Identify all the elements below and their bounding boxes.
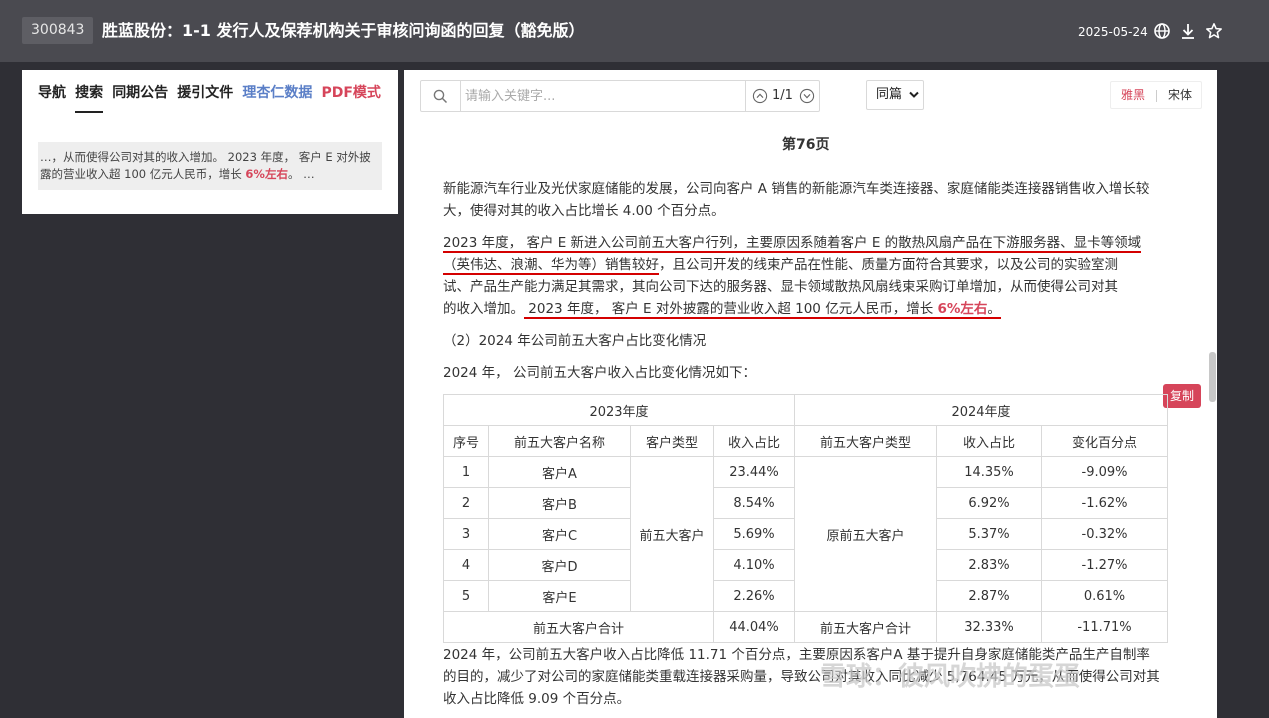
total-share-2023: 44.04% [713, 611, 795, 643]
share-2024: 6.92% [936, 487, 1042, 519]
paragraph-2-line-4-underlined: 2023 年度， 客户 E 对外披露的营业收入超 100 亿元人民币，增长 6%… [524, 301, 1001, 319]
tab-same-period-announcements[interactable]: 同期公告 [112, 83, 168, 111]
row-number: 1 [443, 456, 489, 488]
growth-highlight: 6%左右 [937, 301, 988, 317]
share-change: -9.09% [1041, 456, 1168, 488]
tab-search[interactable]: 搜索 [75, 83, 104, 113]
stock-code-badge: 300843 [22, 17, 94, 44]
left-tabs: 导航 搜索 同期公告 援引文件 理杏仁数据 PDF模式 [38, 82, 385, 118]
row-number: 3 [443, 518, 489, 550]
table-group-header-row: 2023年度 2024年度 [443, 394, 1168, 426]
share-2023: 5.69% [713, 518, 795, 550]
globe-icon[interactable] [1153, 22, 1171, 40]
tab-lixinger-data[interactable]: 理杏仁数据 [242, 83, 312, 111]
customer-name: 客户B [488, 487, 631, 519]
top-bar: 300843 胜蓝股份：1-1 发行人及保荐机构关于审核问询函的回复（豁免版） … [0, 0, 1269, 62]
search-scope-value: 同篇 [876, 87, 903, 102]
tab-cited-files[interactable]: 援引文件 [177, 83, 233, 111]
paragraph-2-line-2-underlined: （英伟达、浪潮、华为等）销售较好 [443, 257, 659, 275]
column-header: 客户类型 [630, 425, 714, 457]
customer-type-2024: 原前五大客户 [794, 456, 937, 612]
match-navigator: 1/1 [745, 81, 819, 111]
section-heading: （2）2024 年公司前五大客户占比变化情况 [443, 333, 707, 349]
row-number: 2 [443, 487, 489, 519]
total-change: -11.71% [1041, 611, 1168, 643]
previous-match-icon[interactable] [752, 88, 768, 104]
search-scope-select[interactable]: 同篇 [866, 80, 924, 110]
share-2024: 2.83% [936, 549, 1042, 581]
next-match-icon[interactable] [799, 88, 815, 104]
font-yahei-button[interactable]: 雅黑 [1121, 82, 1145, 108]
customer-name: 客户E [488, 580, 631, 612]
total-label-2024: 前五大客户合计 [794, 611, 937, 643]
column-header: 变化百分点 [1041, 425, 1168, 457]
paragraph-2-line-3: 试、产品生产能力满足其需求，其向公司下达的服务器、显卡领域散热风扇线束采购订单增… [443, 279, 1118, 295]
customer-type-2023: 前五大客户 [630, 456, 714, 612]
keyword-search-input[interactable] [465, 81, 745, 111]
paragraph-2-line-2-rest: ，且公司开发的线束产品在性能、质量方面符合其要求，以及公司的实验室测 [659, 257, 1118, 273]
paragraph-1: 新能源汽车行业及光伏家庭储能的发展，公司向客户 A 销售的新能源汽车类连接器、家… [443, 181, 1150, 219]
share-2024: 2.87% [936, 580, 1042, 612]
match-count: 1/1 [772, 88, 793, 103]
total-share-2024: 32.33% [936, 611, 1042, 643]
column-header: 前五大客户名称 [488, 425, 631, 457]
share-2023: 8.54% [713, 487, 795, 519]
table-row: 1 客户A 前五大客户 23.44% 原前五大客户 14.35% -9.09% [443, 456, 1168, 612]
customer-name: 客户D [488, 549, 631, 581]
share-2024: 14.35% [936, 456, 1042, 488]
document-viewer: 1/1 同篇 雅黑 宋体 第76页 新能源汽车行业及光伏家庭储能的发展，公司向客… [404, 70, 1217, 718]
share-change: 0.61% [1041, 580, 1168, 612]
star-icon[interactable] [1205, 22, 1223, 40]
table-total-row: 前五大客户合计 44.04% 前五大客户合计 32.33% -11.71% [443, 611, 1168, 643]
group-header-2024: 2024年度 [794, 394, 1168, 426]
document-title: 胜蓝股份：1-1 发行人及保荐机构关于审核问询函的回复（豁免版） [102, 21, 585, 40]
download-icon[interactable] [1179, 22, 1197, 40]
tab-pdf-mode[interactable]: PDF模式 [321, 83, 380, 111]
paragraph-2-line-4a: 的收入增加。 [443, 301, 524, 317]
share-change: -1.27% [1041, 549, 1168, 581]
share-2023: 4.10% [713, 549, 795, 581]
left-panel: 导航 搜索 同期公告 援引文件 理杏仁数据 PDF模式 …，从而使得公司对其的收… [22, 70, 398, 214]
font-toggle: 雅黑 宋体 [1110, 81, 1202, 109]
paragraph-2-line-4b: 2023 年度， 客户 E 对外披露的营业收入超 100 亿元人民币，增长 [524, 301, 938, 317]
row-number: 4 [443, 549, 489, 581]
font-separator [1156, 90, 1157, 102]
column-header: 序号 [443, 425, 489, 457]
share-2024: 5.37% [936, 518, 1042, 550]
column-header: 收入占比 [936, 425, 1042, 457]
search-result-text: …，从而使得公司对其的收入增加。 2023 年度， 客户 E 对外披露的营业收入… [40, 150, 371, 181]
search-result-highlight: 6%左右 [245, 167, 288, 181]
customer-name: 客户C [488, 518, 631, 550]
paragraph-2-end: 。 [987, 301, 1001, 317]
table-intro: 2024 年， 公司前五大客户收入占比变化情况如下： [443, 365, 756, 381]
tab-navigation[interactable]: 导航 [38, 83, 66, 111]
watermark-text: 雪球：彼风吹拂的蛋蛋 [820, 662, 1081, 692]
search-result-item[interactable]: …，从而使得公司对其的收入增加。 2023 年度， 客户 E 对外披露的营业收入… [38, 142, 382, 190]
share-2023: 2.26% [713, 580, 795, 612]
chevron-down-icon [909, 91, 919, 98]
column-header: 前五大客户类型 [794, 425, 937, 457]
share-change: -1.62% [1041, 487, 1168, 519]
search-result-text-end: 。 … [287, 167, 315, 181]
customer-share-table: 2023年度 2024年度 序号 前五大客户名称 客户类型 收入占比 前五大客户… [443, 394, 1168, 643]
total-label-2023: 前五大客户合计 [443, 611, 714, 643]
customer-name: 客户A [488, 456, 631, 488]
page-number-label: 第76页 [782, 137, 830, 153]
column-header: 收入占比 [713, 425, 795, 457]
keyword-search-bar: 1/1 [420, 80, 820, 112]
search-icon [433, 89, 448, 104]
share-2023: 23.44% [713, 456, 795, 488]
copy-button[interactable]: 复制 [1163, 384, 1201, 408]
table-header-row: 序号 前五大客户名称 客户类型 收入占比 前五大客户类型 收入占比 变化百分点 [443, 425, 1168, 457]
search-button[interactable] [421, 81, 461, 111]
font-songti-button[interactable]: 宋体 [1168, 82, 1192, 108]
row-number: 5 [443, 580, 489, 612]
share-change: -0.32% [1041, 518, 1168, 550]
group-header-2023: 2023年度 [443, 394, 795, 426]
paragraph-2-line-1: 2023 年度， 客户 E 新进入公司前五大客户行列，主要原因系随着客户 E 的… [443, 235, 1142, 253]
scrollbar-thumb[interactable] [1209, 352, 1216, 402]
paragraph-2: 2023 年度， 客户 E 新进入公司前五大客户行列，主要原因系随着客户 E 的… [443, 232, 1173, 320]
document-date: 2025-05-24 [1078, 25, 1148, 39]
